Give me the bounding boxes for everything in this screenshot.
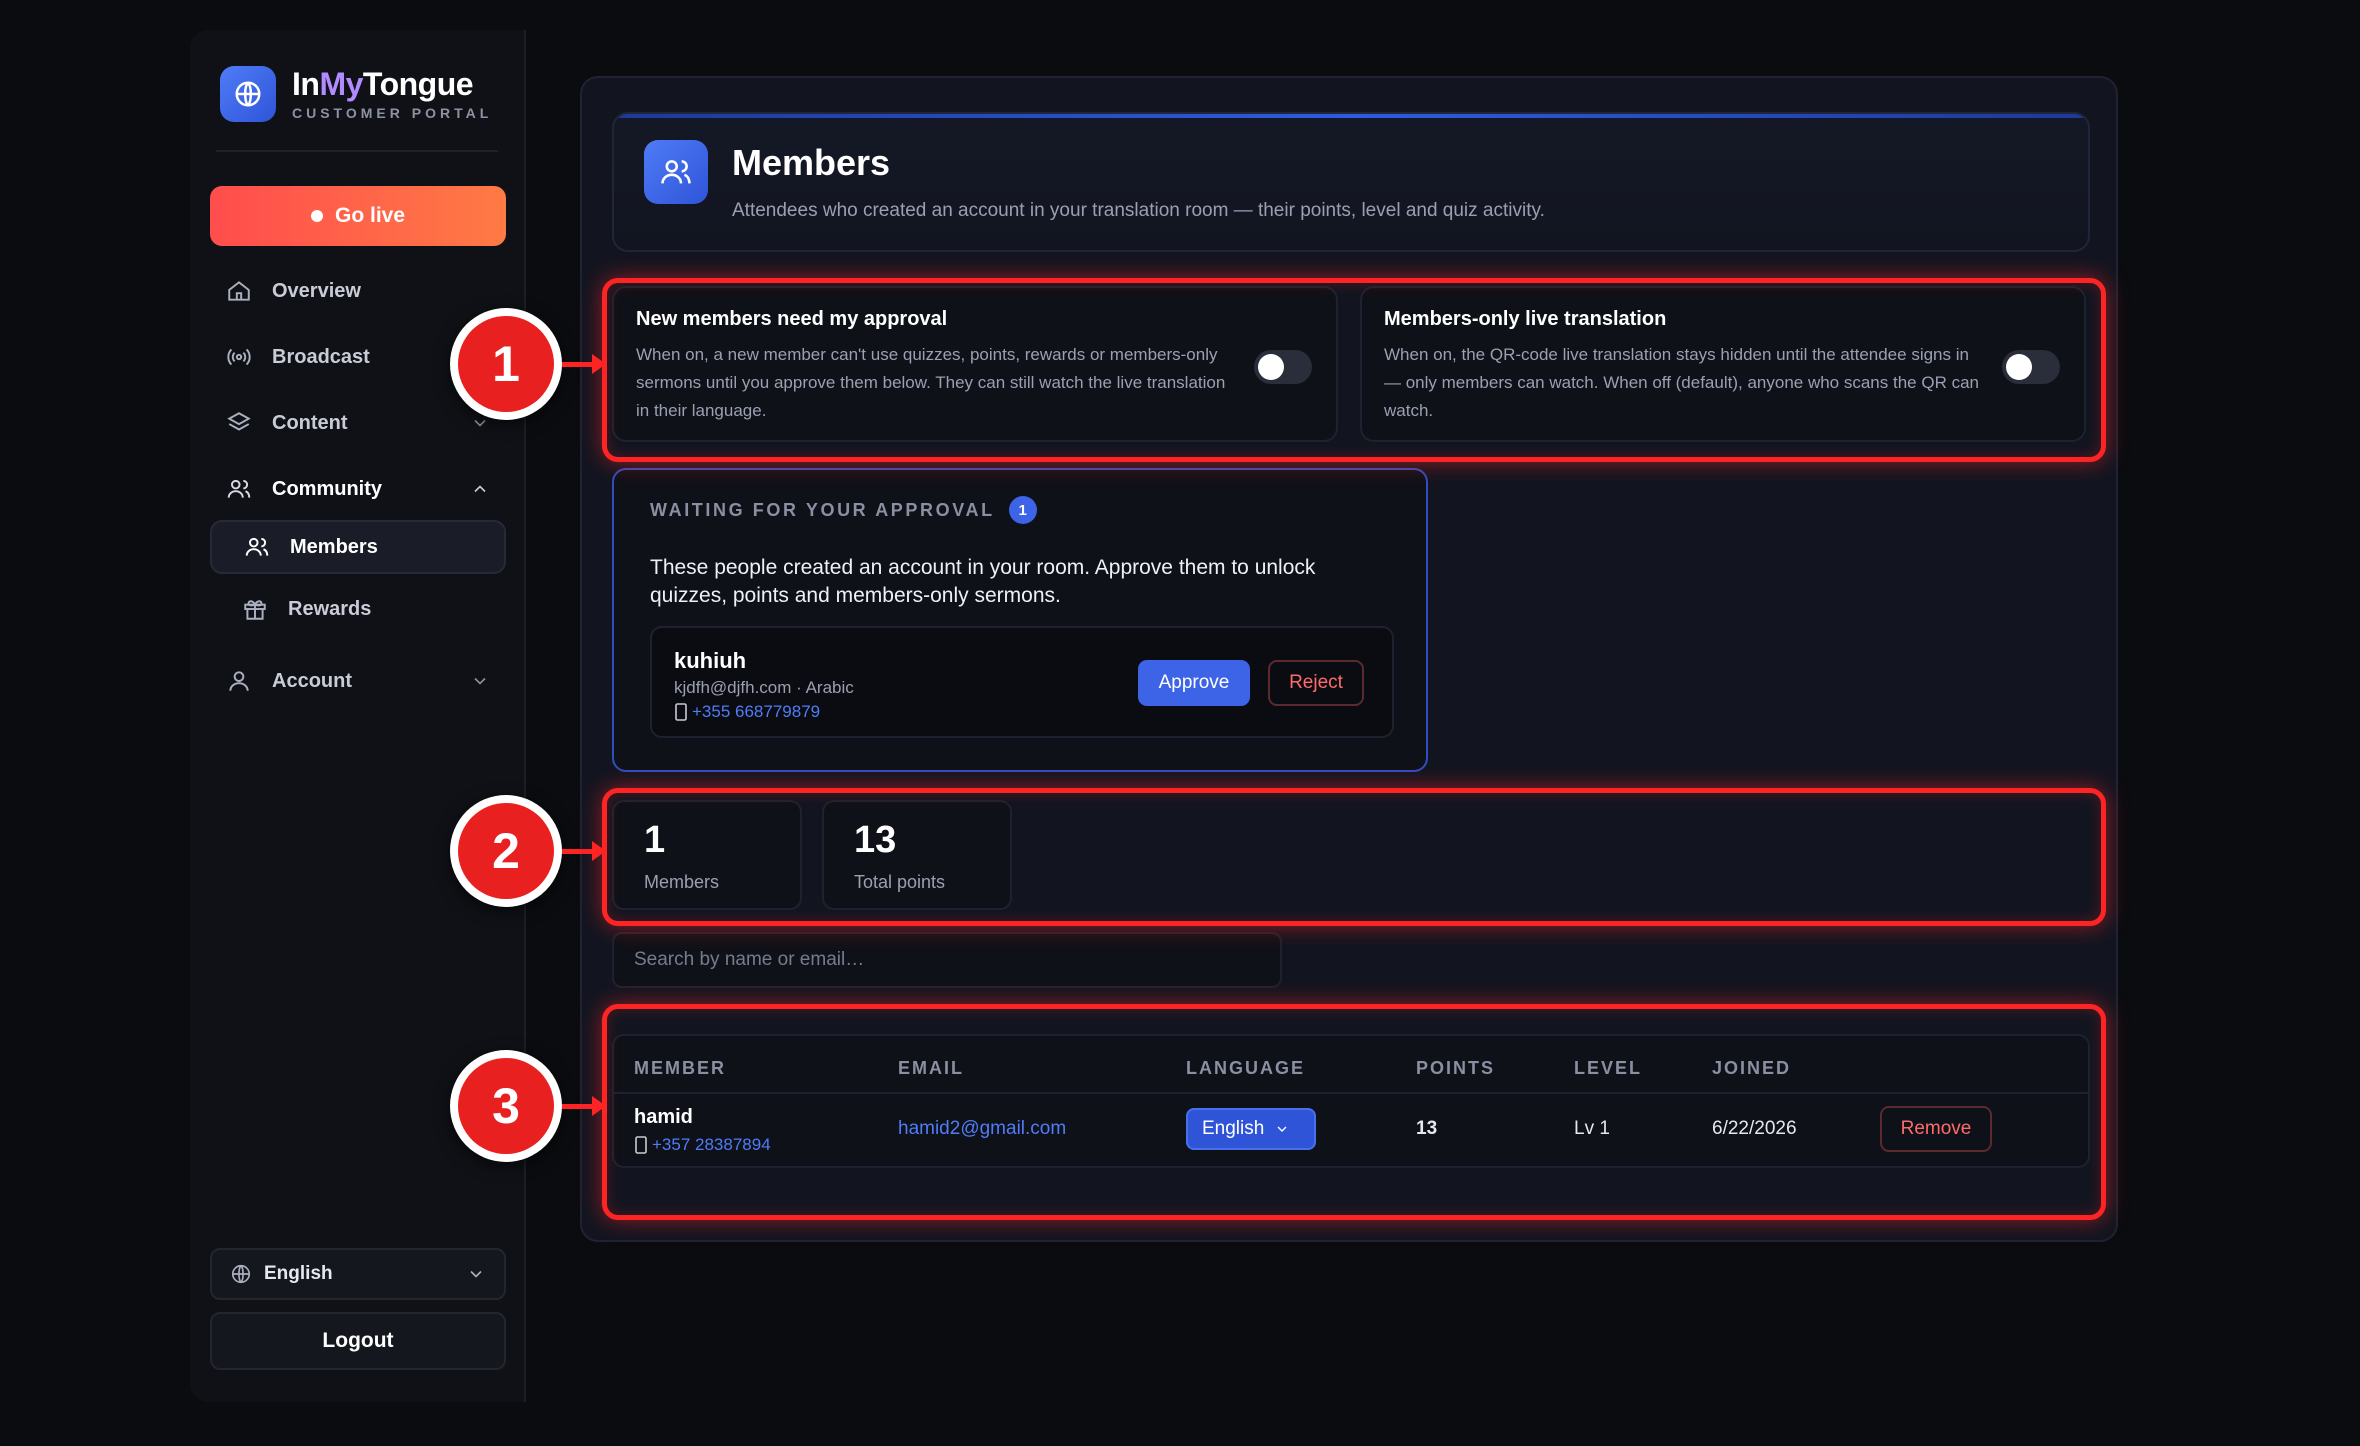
approval-toggle[interactable]: [1254, 350, 1312, 384]
search-input[interactable]: [612, 932, 1282, 988]
language-select[interactable]: English: [210, 1248, 506, 1300]
toggle-knob: [1258, 354, 1284, 380]
screen: InMyTongue CUSTOMER PORTAL Go live Overv…: [0, 0, 2360, 1446]
page-title: Members: [732, 142, 891, 183]
column-header: LANGUAGE: [1186, 1058, 1305, 1078]
member-phone[interactable]: +357 28387894: [634, 1135, 771, 1155]
divider: [614, 1092, 2088, 1094]
user-icon: [229, 671, 249, 691]
stat-label: Total points: [854, 872, 946, 892]
globe-icon: [220, 66, 276, 122]
reject-button[interactable]: Reject: [1268, 660, 1364, 706]
users-icon: [245, 537, 269, 556]
users-icon: [227, 479, 251, 498]
stat-members: 1 Members: [612, 800, 802, 910]
annotation-marker-1: 1: [450, 308, 562, 420]
setting-title: Members-only live translation: [1384, 308, 1667, 330]
member-email[interactable]: hamid2@gmail.com: [898, 1118, 1066, 1140]
members-only-toggle[interactable]: [2002, 350, 2060, 384]
column-header: JOINED: [1712, 1058, 1792, 1078]
column-header: LEVEL: [1574, 1058, 1643, 1078]
broadcast-icon: [227, 348, 251, 366]
sidebar-item-members[interactable]: Members: [210, 520, 506, 574]
approval-text: These people created an account in your …: [650, 556, 1316, 607]
logout-button[interactable]: Logout: [210, 1312, 506, 1370]
phone-icon: [675, 703, 687, 721]
setting-description: When on, the QR-code live translation st…: [1384, 345, 1979, 420]
approval-panel: WAITING FOR YOUR APPROVAL 1 These people…: [612, 468, 1428, 772]
pending-meta: kjdfh@djfh.com · Arabic: [674, 678, 854, 697]
phone-icon: [635, 1136, 647, 1154]
arrow-icon: [562, 354, 606, 374]
setting-title: New members need my approval: [636, 308, 948, 330]
member-joined: 6/22/2026: [1712, 1118, 1797, 1139]
table-row-member: hamid +357 28387894: [634, 1106, 771, 1155]
chevron-down-icon: [1277, 1126, 1287, 1132]
main-panel: Members Attendees who created an account…: [580, 76, 2118, 1242]
remove-button[interactable]: Remove: [1880, 1106, 1992, 1152]
page-subtitle: Attendees who created an account in your…: [732, 200, 1545, 221]
members-table: MEMBER EMAIL LANGUAGE POINTS LEVEL JOINE…: [612, 1034, 2090, 1168]
page-header: Members Attendees who created an account…: [612, 112, 2090, 252]
sidebar: InMyTongue CUSTOMER PORTAL Go live Overv…: [190, 30, 526, 1402]
sidebar-item-content[interactable]: Content: [210, 396, 506, 450]
chevron-up-icon: [474, 485, 486, 493]
sidebar-item-rewards[interactable]: Rewards: [210, 582, 506, 636]
member-language-select[interactable]: English: [1186, 1108, 1316, 1150]
sidebar-item-account[interactable]: Account: [210, 654, 506, 708]
column-header: POINTS: [1416, 1058, 1496, 1078]
divider: [216, 150, 498, 152]
annotation-marker-2: 2: [450, 795, 562, 907]
home-icon: [228, 281, 250, 301]
members-only-setting-card: Members-only live translation When on, t…: [1360, 286, 2086, 442]
users-icon: [644, 140, 708, 204]
stat-value: 13: [854, 819, 897, 861]
live-dot-icon: [310, 210, 323, 222]
brand-subtitle: CUSTOMER PORTAL: [292, 105, 493, 121]
brand: InMyTongue CUSTOMER PORTAL: [220, 66, 492, 122]
stat-value: 1: [644, 819, 666, 861]
count-badge: 1: [1008, 496, 1037, 524]
member-level: Lv 1: [1574, 1118, 1610, 1139]
pending-name: kuhiuh: [674, 648, 747, 673]
column-header: MEMBER: [634, 1058, 726, 1078]
approval-label: WAITING FOR YOUR APPROVAL 1: [650, 496, 1390, 524]
column-header: EMAIL: [898, 1058, 964, 1078]
globe-icon: [231, 1264, 251, 1284]
pending-member-row: kuhiuh kjdfh@djfh.com · Arabic +355 6687…: [650, 626, 1394, 738]
chevron-down-icon: [470, 1270, 482, 1278]
stat-label: Members: [644, 872, 720, 892]
annotation-marker-3: 3: [450, 1050, 562, 1162]
layers-icon: [227, 412, 251, 431]
arrow-icon: [562, 1096, 606, 1116]
stat-total-points: 13 Total points: [822, 800, 1012, 910]
member-points: 13: [1416, 1118, 1438, 1139]
arrow-icon: [562, 841, 606, 861]
toggle-knob: [2006, 354, 2032, 380]
approve-button[interactable]: Approve: [1138, 660, 1250, 706]
chevron-down-icon: [474, 677, 486, 685]
sidebar-item-overview[interactable]: Overview: [210, 264, 506, 318]
approval-setting-card: New members need my approval When on, a …: [612, 286, 1338, 442]
pending-phone[interactable]: +355 668779879: [674, 702, 1370, 722]
setting-description: When on, a new member can't use quizzes,…: [636, 345, 1226, 420]
sidebar-item-community[interactable]: Community: [210, 462, 506, 516]
brand-name: InMyTongue: [292, 66, 474, 102]
member-name: hamid: [634, 1106, 693, 1128]
gift-icon: [244, 600, 266, 620]
go-live-button[interactable]: Go live: [210, 186, 506, 246]
